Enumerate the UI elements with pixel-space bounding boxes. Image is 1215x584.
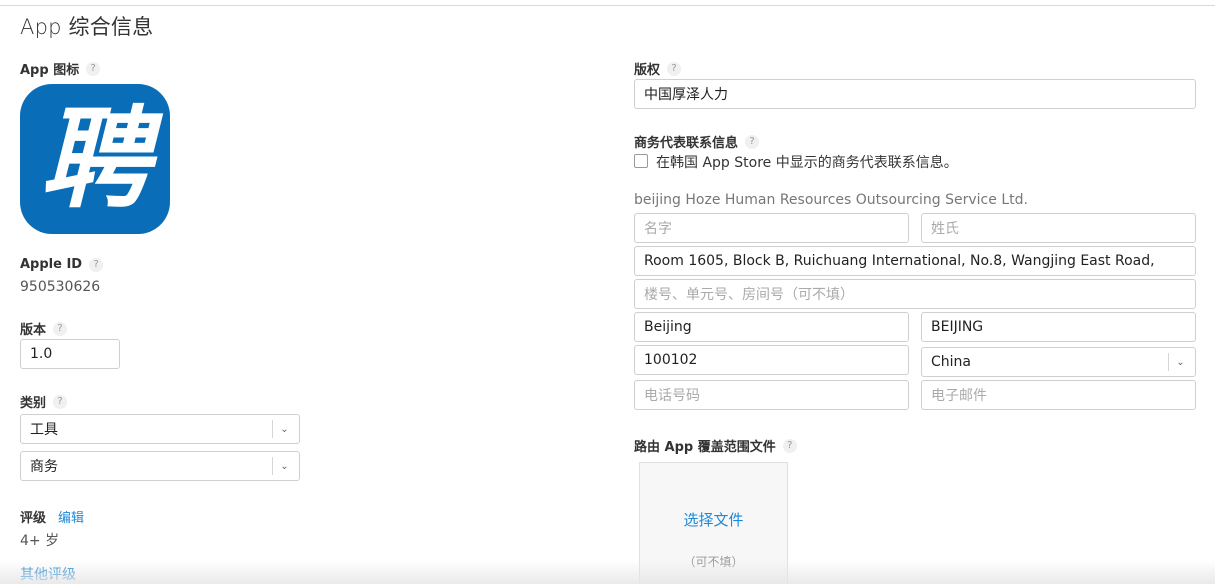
routing-file-dropzone[interactable]: 选择文件 （可不填） bbox=[639, 462, 788, 584]
apple-id-help-icon[interactable]: ? bbox=[89, 257, 104, 272]
routing-file-label-text: 路由 App 覆盖范围文件 bbox=[634, 440, 776, 455]
app-icon-label: App 图标 ? bbox=[20, 59, 101, 78]
primary-category-select[interactable]: 工具 ⌄ bbox=[20, 414, 300, 444]
copyright-input[interactable]: 中国厚泽人力 bbox=[634, 79, 1196, 109]
top-divider bbox=[0, 5, 1215, 6]
select-divider bbox=[272, 457, 273, 475]
app-icon-label-text: App 图标 bbox=[20, 63, 80, 78]
country-select[interactable]: China ⌄ bbox=[921, 347, 1196, 377]
chevron-down-icon: ⌄ bbox=[1176, 356, 1185, 368]
secondary-category-select[interactable]: 商务 ⌄ bbox=[20, 451, 300, 481]
company-name: beijing Hoze Human Resources Outsourcing… bbox=[634, 192, 1028, 208]
other-ratings-link[interactable]: 其他评级 bbox=[20, 564, 76, 584]
category-help-icon[interactable]: ? bbox=[53, 394, 68, 409]
rating-label-text: 评级 bbox=[20, 511, 47, 526]
copyright-label: 版权 ? bbox=[634, 59, 682, 78]
country-value: China bbox=[931, 354, 971, 370]
routing-file-help-icon[interactable]: ? bbox=[782, 438, 797, 453]
routing-file-label: 路由 App 覆盖范围文件 ? bbox=[634, 436, 797, 455]
address-line2-input[interactable]: 楼号、单元号、房间号（可不填） bbox=[634, 279, 1196, 309]
contact-label: 商务代表联系信息 ? bbox=[634, 132, 760, 151]
postal-code-input[interactable]: 100102 bbox=[634, 345, 909, 375]
secondary-category-value: 商务 bbox=[30, 459, 58, 475]
category-label-text: 类别 bbox=[20, 396, 47, 411]
first-name-input[interactable]: 名字 bbox=[634, 213, 909, 243]
city-input[interactable]: Beijing bbox=[634, 312, 909, 342]
bottom-fade bbox=[0, 560, 1215, 584]
rating-edit-link[interactable]: 编辑 bbox=[58, 507, 84, 526]
app-icon-glyph: 聘 bbox=[40, 94, 150, 223]
apple-id-label: Apple ID ? bbox=[20, 257, 104, 272]
choose-file-button[interactable]: 选择文件 bbox=[640, 509, 787, 530]
korea-contact-checkbox[interactable] bbox=[634, 154, 648, 168]
rating-value: 4+ 岁 bbox=[20, 533, 60, 549]
last-name-input[interactable]: 姓氏 bbox=[921, 213, 1196, 243]
version-input[interactable]: 1.0 bbox=[20, 339, 120, 369]
page-title: App 综合信息 bbox=[20, 15, 154, 39]
contact-label-text: 商务代表联系信息 bbox=[634, 136, 739, 151]
app-icon-image[interactable]: 聘 bbox=[20, 84, 170, 234]
copyright-label-text: 版权 bbox=[634, 63, 661, 78]
copyright-help-icon[interactable]: ? bbox=[667, 61, 682, 76]
chevron-down-icon: ⌄ bbox=[280, 460, 289, 472]
routing-file-optional-text: （可不填） bbox=[683, 555, 744, 569]
primary-category-value: 工具 bbox=[30, 422, 58, 438]
state-input[interactable]: BEIJING bbox=[921, 312, 1196, 342]
select-divider bbox=[272, 420, 273, 438]
phone-input[interactable]: 电话号码 bbox=[634, 380, 909, 410]
korea-contact-checkbox-label[interactable]: 在韩国 App Store 中显示的商务代表联系信息。 bbox=[656, 152, 958, 172]
app-icon-help-icon[interactable]: ? bbox=[86, 61, 101, 76]
apple-id-value: 950530626 bbox=[20, 279, 101, 295]
rating-label: 评级 bbox=[20, 507, 46, 526]
version-label: 版本 ? bbox=[20, 319, 68, 338]
version-help-icon[interactable]: ? bbox=[53, 321, 68, 336]
version-label-text: 版本 bbox=[20, 323, 47, 338]
chevron-down-icon: ⌄ bbox=[280, 423, 289, 435]
email-input[interactable]: 电子邮件 bbox=[921, 380, 1196, 410]
category-label: 类别 ? bbox=[20, 392, 68, 411]
apple-id-label-text: Apple ID bbox=[20, 257, 83, 272]
contact-help-icon[interactable]: ? bbox=[745, 134, 760, 149]
address-line1-input[interactable]: Room 1605, Block B, Ruichuang Internatio… bbox=[634, 246, 1196, 276]
select-divider bbox=[1168, 353, 1169, 371]
